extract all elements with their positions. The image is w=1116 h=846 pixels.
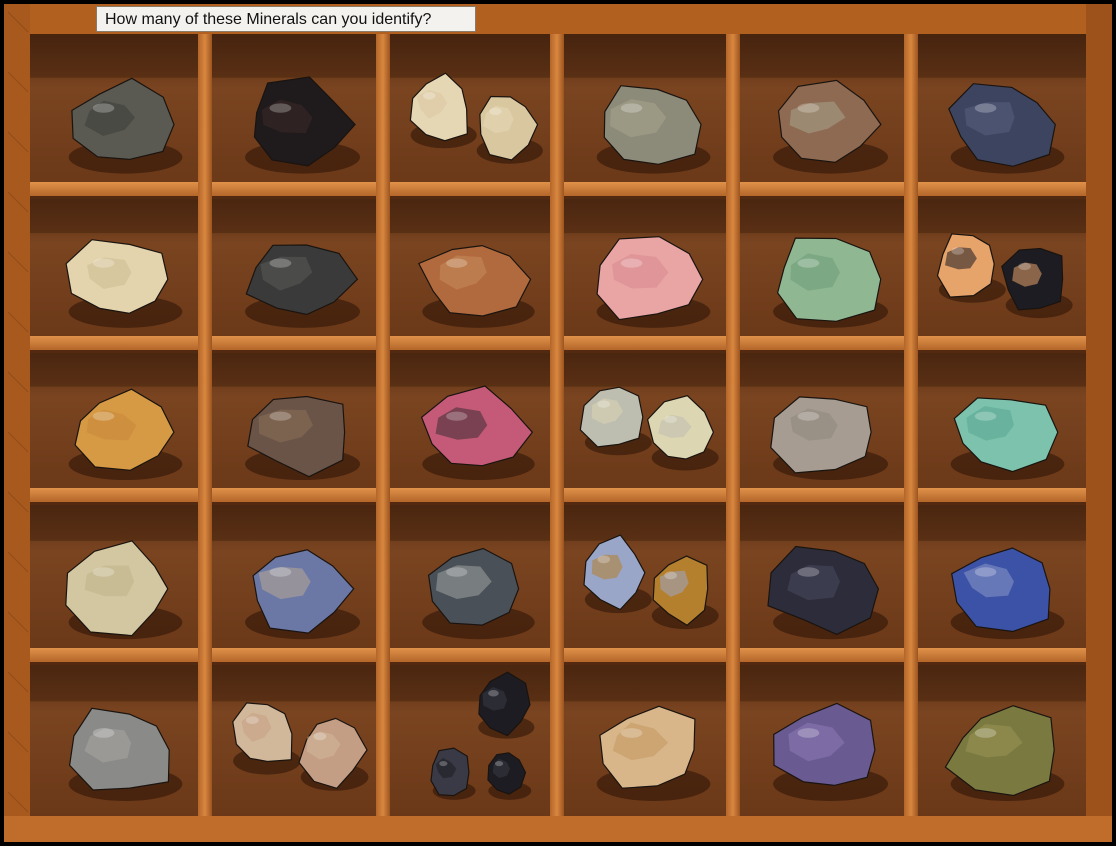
mineral-sheen [269,567,292,577]
mineral-sheen [797,411,820,421]
mineral-sheen [797,728,820,738]
mineral-sheen [620,728,643,738]
mineral-sheen [974,728,997,738]
vertical-divider [904,30,918,820]
mineral-sheen [494,760,504,767]
mineral-sheen [664,571,677,580]
mineral-sheen [92,411,115,421]
tray-bottom-wall [4,816,1112,842]
mineral-sheen [439,760,448,767]
mineral-sheen [269,411,292,421]
tray-left-wall [4,4,30,842]
mineral-sheen [92,567,115,577]
mineral-sheen [446,258,468,268]
mineral-sheen [313,732,327,741]
mineral-sheen [422,92,436,100]
mineral-sheen [664,415,677,424]
compartment-back-wall [558,34,734,78]
mineral-sheen [269,103,292,113]
mineral-sheen [92,258,115,268]
compartment-back-wall [30,34,206,78]
tray-right-wall [1086,4,1112,842]
mineral-sheen [488,690,499,697]
mineral-sheen [489,107,502,116]
mineral-sheen [1018,262,1031,271]
question-label: How many of these Minerals can you ident… [96,6,476,32]
mineral-sheen [597,555,611,564]
compartment-back-wall [734,34,912,78]
mineral-sheen [974,103,997,113]
mineral-sheen [951,247,965,255]
vertical-divider [198,30,212,820]
mineral-sheen [797,258,820,268]
mineral-sheen [446,567,468,577]
mineral-sheen [974,567,997,577]
compartment-back-wall [912,34,1088,78]
vertical-divider [550,30,564,820]
mineral-sheen [797,567,820,577]
mineral-sheen [974,411,997,421]
compartment-back-wall [384,34,558,78]
mineral-sheen [245,716,259,725]
mineral-tray-photo [0,0,1116,846]
mineral-sheen [92,103,115,113]
mineral-sheen [620,258,643,268]
vertical-divider [726,30,740,820]
mineral-sheen [446,411,468,421]
mineral-sheen [797,103,820,113]
mineral-sheen [597,400,611,408]
compartment-back-wall [206,34,384,78]
mineral-sheen [92,728,115,738]
vertical-divider [376,30,390,820]
mineral-sheen [620,103,643,113]
mineral-sheen [269,258,292,268]
